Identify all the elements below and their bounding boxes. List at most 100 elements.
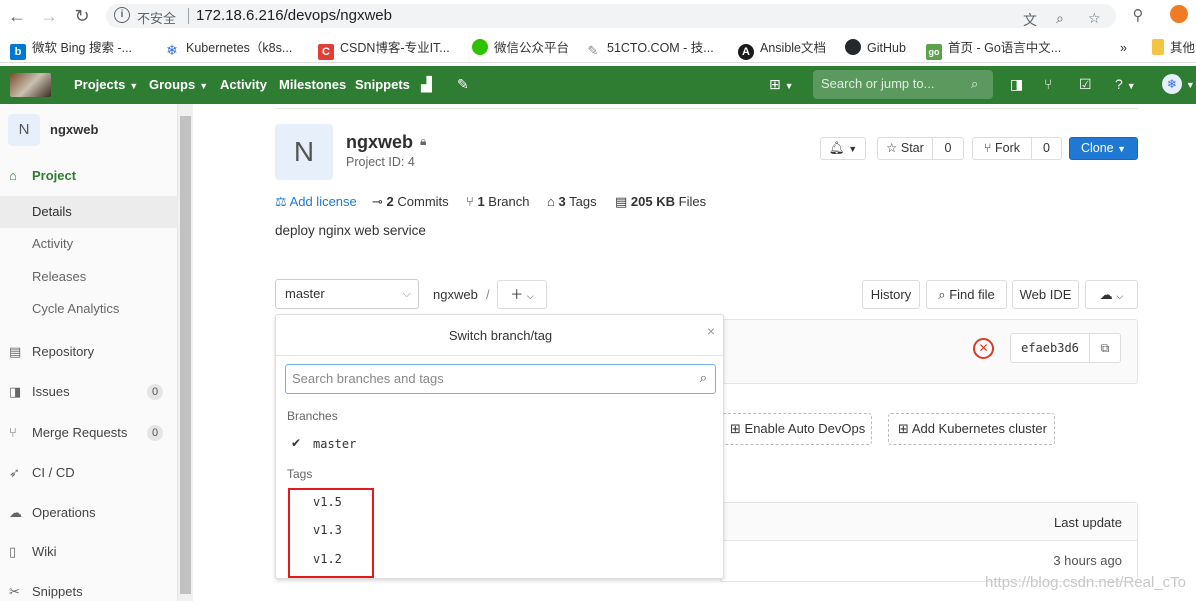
bookmark-kubernetes[interactable]: ❄ Kubernetes（k8s... bbox=[164, 39, 293, 58]
project-description: deploy nginx web service bbox=[275, 223, 426, 238]
notification-button[interactable]: 🔔︎ ▼ bbox=[820, 137, 866, 160]
star-button[interactable]: ☆ Star bbox=[877, 137, 933, 160]
web-ide-button[interactable]: Web IDE bbox=[1012, 280, 1079, 309]
sidebar-item-label: Repository bbox=[32, 344, 95, 359]
close-icon[interactable]: × bbox=[707, 323, 715, 339]
pipeline-failed-icon[interactable]: ✕ bbox=[973, 338, 994, 359]
bookmark-wechat[interactable]: 微信公众平台 bbox=[472, 39, 569, 57]
project-avatar[interactable]: N bbox=[8, 114, 40, 146]
branch-item-master[interactable]: master bbox=[313, 437, 356, 451]
bookmark-github[interactable]: GitHub bbox=[845, 39, 906, 57]
back-icon[interactable]: ← bbox=[6, 5, 28, 27]
extension-icon[interactable]: ⚲ bbox=[1127, 5, 1149, 27]
enable-auto-devops-button[interactable]: ⊞ Enable Auto DevOps bbox=[720, 413, 872, 445]
search-input[interactable] bbox=[821, 76, 971, 91]
nav-activity[interactable]: Activity bbox=[220, 77, 267, 92]
watermark: https://blog.csdn.net/Real_cTo bbox=[985, 574, 1186, 591]
sidebar-item-operations[interactable]: ☁ Operations bbox=[0, 497, 178, 529]
global-search[interactable]: ⌕ bbox=[813, 70, 993, 99]
sidebar-item-issues[interactable]: ◨ Issues 0 bbox=[0, 376, 178, 408]
address-bar[interactable]: i 不安全 172.18.6.216/devops/ngxweb 文 ⌕ ☆ bbox=[106, 4, 1116, 28]
download-button[interactable]: ☁ ⌵ bbox=[1085, 280, 1138, 309]
cloud-download-icon: ☁ bbox=[1099, 287, 1113, 302]
reload-icon[interactable]: ↻ bbox=[71, 5, 93, 27]
sidebar-item-repository[interactable]: ▤ Repository bbox=[0, 336, 178, 368]
fork-icon: ⑂ bbox=[984, 141, 992, 155]
sidebar-item-label: Project bbox=[32, 168, 77, 183]
add-license-link[interactable]: ⚖ Add license bbox=[275, 194, 357, 210]
branch-search-field[interactable]: ⌕ bbox=[285, 364, 716, 394]
zoom-icon[interactable]: ⌕ bbox=[1056, 10, 1064, 27]
gitlab-header: Projects ▼ Groups ▼ Activity Milestones Sn… bbox=[0, 66, 1196, 104]
branch-search-input[interactable] bbox=[292, 371, 682, 386]
merge-request-icon[interactable]: ⑂ bbox=[1044, 76, 1052, 92]
other-bookmarks[interactable]: 其他 bbox=[1152, 39, 1195, 57]
url-text[interactable]: 172.18.6.216/devops/ngxweb bbox=[196, 7, 392, 24]
fork-count[interactable]: 0 bbox=[1031, 137, 1062, 160]
commits-label: Commits bbox=[397, 194, 449, 209]
find-file-button[interactable]: ⌕ Find file bbox=[926, 280, 1007, 309]
sidebar-item-label: Cycle Analytics bbox=[32, 301, 120, 316]
commits-stat[interactable]: ⊸ 2 Commits bbox=[372, 194, 449, 210]
files-label: Files bbox=[678, 194, 707, 209]
sidebar-project-name[interactable]: ngxweb bbox=[50, 122, 98, 137]
bookmark-ansible[interactable]: A Ansible文档 bbox=[738, 39, 826, 60]
clone-button[interactable]: Clone ▼ bbox=[1069, 137, 1138, 160]
user-avatar[interactable]: ❄ ▼ bbox=[1162, 74, 1195, 94]
history-button[interactable]: History bbox=[862, 280, 920, 309]
sidebar-item-releases[interactable]: Releases bbox=[0, 261, 178, 293]
insecure-label: 不安全 bbox=[137, 11, 177, 26]
forward-icon[interactable]: → bbox=[38, 5, 60, 27]
bookmark-label: Kubernetes（k8s... bbox=[186, 41, 293, 55]
translate-icon[interactable]: 文 bbox=[1023, 10, 1037, 30]
51cto-icon: ✎ bbox=[585, 43, 601, 59]
sidebar-scrollbar[interactable] bbox=[178, 104, 193, 601]
sidebar-item-activity[interactable]: Activity bbox=[0, 228, 178, 260]
browser-toolbar: ← → ↻ i 不安全 172.18.6.216/devops/ngxweb 文… bbox=[0, 0, 1196, 32]
files-stat[interactable]: ▤ 205 KB Files bbox=[615, 194, 706, 210]
chart-icon[interactable]: ▟ bbox=[421, 76, 432, 93]
breadcrumb-project[interactable]: ngxweb bbox=[433, 287, 478, 302]
sidebar-item-snippets[interactable]: ✂ Snippets bbox=[0, 576, 178, 608]
bookmark-csdn[interactable]: C CSDN博客-专业IT... bbox=[318, 39, 450, 60]
help-icon[interactable]: ? ▼ bbox=[1115, 76, 1136, 92]
todo-icon[interactable]: ☑ bbox=[1079, 76, 1092, 93]
dropdown-divider bbox=[276, 355, 725, 356]
issues-icon[interactable]: ◨ bbox=[1010, 76, 1023, 93]
sidebar-item-label: Details bbox=[32, 204, 72, 219]
gitlab-logo[interactable] bbox=[10, 73, 51, 97]
sidebar-item-ci-cd[interactable]: ➶ CI / CD bbox=[0, 457, 178, 489]
bookmark-51cto[interactable]: ✎ 51CTO.COM - 技... bbox=[585, 39, 714, 59]
sidebar-item-label: Operations bbox=[32, 505, 96, 520]
more-bookmarks-icon[interactable]: » bbox=[1120, 39, 1127, 57]
sidebar-item-wiki[interactable]: ▯ Wiki bbox=[0, 536, 178, 568]
nav-snippets[interactable]: Snippets bbox=[355, 77, 410, 92]
info-icon[interactable]: i bbox=[114, 7, 130, 23]
fork-button[interactable]: ⑂ Fork bbox=[972, 137, 1032, 160]
sidebar-item-project[interactable]: ⌂ Project bbox=[0, 160, 178, 192]
copy-icon[interactable]: ⧉ bbox=[1089, 333, 1121, 363]
branch-icon: ⑂ bbox=[466, 194, 474, 209]
scrollbar-thumb[interactable] bbox=[180, 116, 191, 594]
sidebar-item-details[interactable]: Details bbox=[0, 196, 178, 228]
branch-selector[interactable]: master ⌵ bbox=[275, 279, 419, 309]
sidebar-item-merge-requests[interactable]: ⑂ Merge Requests 0 bbox=[0, 417, 178, 449]
profile-icon[interactable] bbox=[1168, 5, 1190, 27]
add-k8s-label: Add Kubernetes cluster bbox=[911, 421, 1047, 436]
star-count[interactable]: 0 bbox=[932, 137, 964, 160]
nav-projects[interactable]: Projects ▼ bbox=[74, 77, 138, 92]
bookmark-bing[interactable]: b 微软 Bing 搜索 -... bbox=[10, 39, 132, 60]
add-file-dropdown[interactable]: ＋ ⌵ bbox=[497, 280, 547, 309]
bookmark-golang[interactable]: go 首页 - Go语言中文... bbox=[926, 39, 1061, 60]
commit-sha[interactable]: efaeb3d6 bbox=[1010, 333, 1090, 363]
bookmark-star-icon[interactable]: ☆ bbox=[1088, 10, 1101, 27]
nav-groups[interactable]: Groups ▼ bbox=[149, 77, 208, 92]
wrench-icon[interactable]: ✎ bbox=[457, 76, 469, 93]
branch-stat[interactable]: ⑂ 1 Branch bbox=[466, 194, 530, 209]
sidebar-item-label: Issues bbox=[32, 384, 70, 399]
plus-square-icon[interactable]: ⊞ ▼ bbox=[769, 76, 794, 93]
nav-milestones[interactable]: Milestones bbox=[279, 77, 346, 92]
sidebar-item-cycle-analytics[interactable]: Cycle Analytics bbox=[0, 293, 178, 325]
tags-stat[interactable]: ⌂ 3 Tags bbox=[547, 194, 597, 209]
add-kubernetes-cluster-button[interactable]: ⊞ Add Kubernetes cluster bbox=[888, 413, 1055, 445]
